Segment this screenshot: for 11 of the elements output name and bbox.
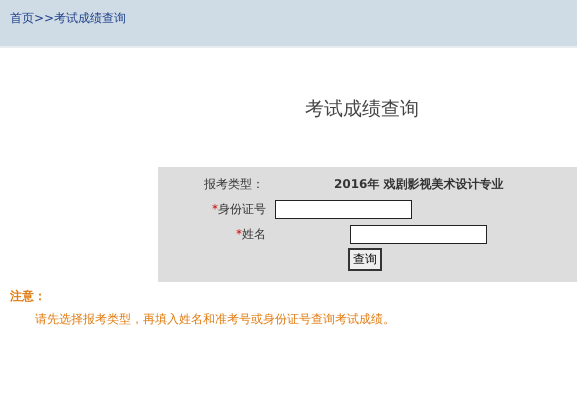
- breadcrumb-link[interactable]: 首页>>考试成绩查询: [10, 11, 126, 25]
- exam-type-value: 2016年 戏剧影视美术设计专业: [334, 176, 504, 192]
- notice-heading: 注意：: [10, 288, 47, 305]
- exam-type-label: 报考类型：: [204, 176, 265, 192]
- page-title: 考试成绩查询: [305, 97, 419, 122]
- input-field[interactable]: [275, 200, 412, 218]
- notice-text: 请先选择报考类型，再填入姓名和准考号或身份证号查询考试成绩。: [35, 311, 396, 328]
- field-label: *身份证号: [211, 200, 266, 218]
- input-field[interactable]: [350, 224, 487, 244]
- field-label: *姓名: [235, 226, 266, 242]
- query-button[interactable]: 查询: [348, 248, 382, 270]
